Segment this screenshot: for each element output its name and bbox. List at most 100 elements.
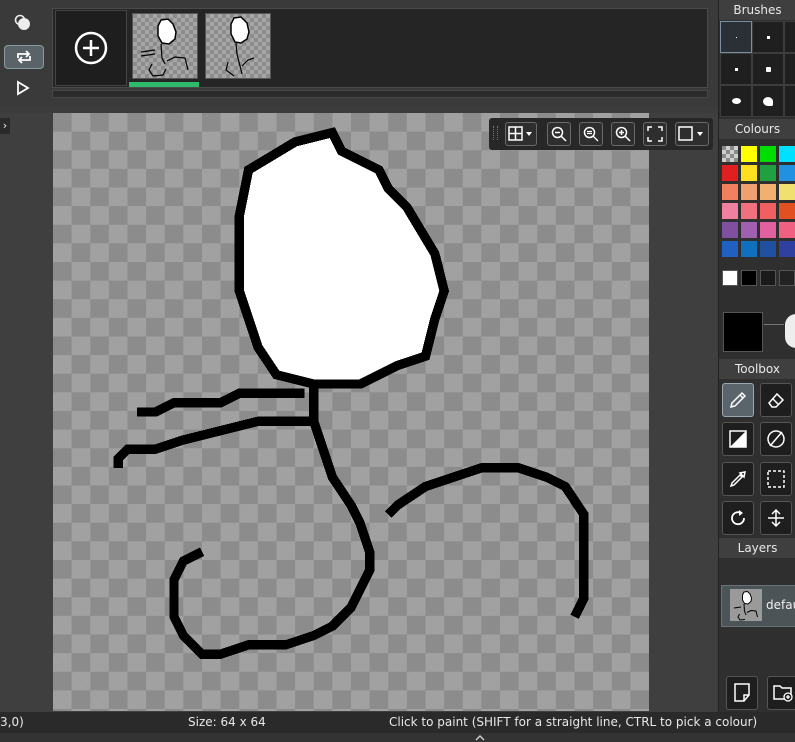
colour-swatch[interactable] (722, 270, 738, 286)
primary-colour-swatch[interactable] (723, 312, 763, 352)
add-frame-button[interactable] (55, 10, 127, 86)
zoom-reset-button[interactable] (579, 122, 603, 146)
zoom-in-icon (615, 126, 631, 142)
playback-controls (0, 0, 48, 106)
layer-row[interactable]: defau (721, 585, 795, 627)
brush-5px[interactable] (752, 53, 784, 85)
brush-9px[interactable] (784, 85, 795, 117)
right-panel: Brushes Colours Toolbox Layers defa (718, 0, 795, 712)
brush-3px[interactable] (784, 21, 795, 53)
colour-swatch[interactable] (741, 222, 757, 238)
colour-swatch[interactable] (722, 165, 738, 181)
flip-tool-button[interactable] (760, 501, 792, 535)
colour-divider (764, 324, 784, 325)
eyedropper-icon (729, 471, 746, 488)
grid-toggle-button[interactable] (505, 122, 537, 146)
folder-add-icon (773, 685, 793, 702)
status-bar: 3,0) Size: 64 x 64 Click to paint (SHIFT… (0, 712, 795, 733)
drawing-canvas[interactable] (53, 113, 649, 711)
loop-icon (17, 50, 31, 64)
fullscreen-icon (647, 126, 663, 142)
brush-8px[interactable] (752, 85, 784, 117)
fill-icon (729, 430, 747, 448)
colour-swatch[interactable] (760, 241, 776, 257)
play-icon (17, 80, 30, 96)
eraser-icon (768, 392, 785, 408)
eraser-tool-button[interactable] (760, 383, 792, 417)
eyedropper-tool-button[interactable] (722, 462, 754, 496)
colour-swatch[interactable] (779, 203, 795, 219)
brush-7px[interactable] (720, 85, 752, 117)
colour-swatch[interactable] (760, 165, 776, 181)
zoom-in-button[interactable] (611, 122, 635, 146)
colour-swatch[interactable] (779, 270, 795, 286)
rotate-tool-button[interactable] (722, 501, 754, 535)
frame-thumbnail[interactable] (205, 13, 271, 79)
no-fill-icon (767, 430, 785, 448)
zoom-toolbar (489, 118, 713, 150)
brush-1px[interactable] (720, 21, 752, 53)
play-button[interactable] (4, 77, 42, 99)
colour-swatch[interactable] (779, 165, 795, 181)
rotate-icon (731, 510, 745, 526)
brush-4px[interactable] (720, 53, 752, 85)
layers-header: Layers (719, 538, 795, 558)
pencil-icon (729, 391, 747, 409)
status-hint: Click to paint (SHIFT for a straight lin… (389, 715, 758, 729)
brush-6px[interactable] (784, 53, 795, 85)
colour-swatch[interactable] (741, 203, 757, 219)
toolbar-handle[interactable] (493, 126, 498, 140)
colour-swatch[interactable] (760, 146, 776, 162)
colour-swatch[interactable] (722, 203, 738, 219)
add-frame-icon (74, 31, 108, 65)
frame-icon (678, 126, 703, 141)
frames-scrollbar[interactable] (52, 90, 708, 98)
canvas-size: Size: 64 x 64 (188, 715, 266, 729)
onion-skin-button[interactable] (4, 12, 42, 34)
grid-icon (508, 126, 532, 141)
colour-swatch[interactable] (741, 165, 757, 181)
colour-swatch[interactable] (760, 270, 776, 286)
colour-swatch[interactable] (741, 270, 757, 286)
new-layer-icon (734, 683, 750, 702)
colour-swatch[interactable] (779, 222, 795, 238)
layer-name: defau (766, 598, 795, 612)
bottom-panel-handle[interactable] (0, 733, 795, 742)
frame-thumbnail[interactable] (132, 13, 198, 79)
onion-skin-icon (14, 14, 30, 30)
frame-mode-button[interactable] (675, 122, 709, 146)
colour-swatch[interactable] (722, 241, 738, 257)
colour-swatch[interactable] (779, 146, 795, 162)
colour-swatch[interactable] (741, 184, 757, 200)
loop-button[interactable] (4, 45, 44, 69)
flip-icon (768, 508, 784, 528)
colour-swatch[interactable] (760, 203, 776, 219)
colour-swatch[interactable] (760, 222, 776, 238)
frame-preview (225, 16, 255, 77)
colour-swatch[interactable] (779, 184, 795, 200)
new-layer-button[interactable] (726, 676, 758, 710)
secondary-colour-toggle[interactable] (785, 314, 795, 348)
layer-preview (733, 590, 758, 621)
fullscreen-button[interactable] (643, 122, 667, 146)
no-fill-tool-button[interactable] (760, 422, 792, 456)
zoom-out-button[interactable] (547, 122, 571, 146)
colour-swatch[interactable] (741, 241, 757, 257)
collapse-left-button[interactable]: › (0, 118, 10, 134)
pixel-drawing (113, 127, 589, 659)
expand-up-icon (475, 734, 485, 741)
layer-thumbnail (730, 589, 762, 621)
fill-tool-button[interactable] (722, 422, 754, 456)
colour-swatch[interactable] (741, 146, 757, 162)
toolbox-header: Toolbox (719, 359, 795, 379)
colour-swatch[interactable] (760, 184, 776, 200)
colour-swatch[interactable] (722, 222, 738, 238)
colour-swatch[interactable] (722, 184, 738, 200)
colour-swatch[interactable] (779, 241, 795, 257)
colour-swatch[interactable] (722, 146, 738, 162)
import-layer-button[interactable] (767, 676, 795, 710)
frame-selected-indicator (129, 82, 199, 87)
select-tool-button[interactable] (760, 462, 792, 496)
brush-2px[interactable] (752, 21, 784, 53)
pencil-tool-button[interactable] (722, 383, 754, 417)
